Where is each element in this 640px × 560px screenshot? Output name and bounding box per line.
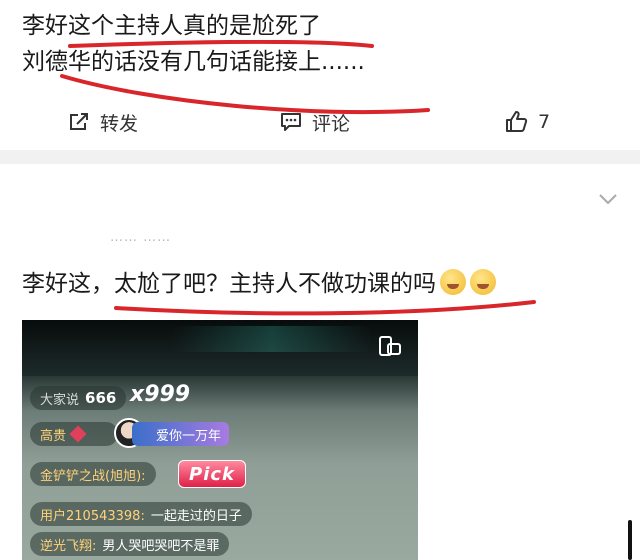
post-2-text: 李好这，太尬了吧？主持人不做功课的吗 (22, 266, 496, 302)
chat-user-5: 逆光飞翔: (40, 538, 97, 554)
faded-partial-text: …… …… (110, 230, 172, 245)
comment-label: 评论 (312, 112, 351, 135)
repost-label: 转发 (100, 112, 139, 135)
post-1-line-2: 刘德华的话没有几句话能接上...... (22, 49, 365, 75)
chat-multiplier: x999 (130, 382, 191, 407)
chat-row-1: 大家说 666 (30, 386, 127, 410)
chat-row-5: 逆光飞翔: 男人哭吧哭吧不是罪 (30, 532, 230, 556)
chat-user-3: 金铲铲之战(旭旭): (40, 468, 146, 484)
thumbs-up-icon (506, 111, 528, 132)
chat-message-4: 一起走过的日子 (150, 508, 242, 524)
chat-count-1: 666 (85, 389, 117, 407)
sly-face-emoji-icon (440, 269, 466, 295)
chat-gift-2: 爱你一万年 (156, 428, 222, 444)
chat-user-2: 高贵 (40, 428, 67, 444)
scroll-indicator[interactable] (628, 520, 632, 560)
embedded-video[interactable]: 大家说 666 x999 高贵 爱你一万年 金铲铲之战(旭旭): Pick 用户… (22, 320, 418, 560)
repost-button[interactable]: 转发 (68, 104, 138, 140)
like-button[interactable]: 7 (504, 104, 550, 140)
chat-gift-3: Pick (189, 463, 236, 485)
heart-icon (69, 425, 87, 443)
comment-icon (281, 113, 301, 131)
like-count: 7 (538, 111, 551, 133)
post-divider (0, 150, 640, 164)
stage-lights (172, 326, 372, 352)
post-1: 李好这个主持人真的是尬死了 刘德华的话没有几句话能接上...... 转发 评论 … (0, 0, 640, 150)
chevron-down-icon[interactable] (598, 192, 618, 206)
chat-row-3: 金铲铲之战(旭旭): (30, 462, 156, 486)
chat-user-1: 大家说 (40, 392, 80, 408)
post-1-text: 李好这个主持人真的是尬死了 刘德华的话没有几句话能接上...... (22, 8, 365, 80)
chat-row-2: 高贵 (30, 422, 119, 446)
chat-row-4: 用户210543398: 一起走过的日子 (30, 502, 252, 526)
chat-message-5: 男人哭吧哭吧不是罪 (102, 538, 220, 554)
gift-card: 爱你一万年 (132, 422, 230, 446)
sly-face-emoji-icon (470, 269, 496, 295)
pick-gift-badge: Pick (178, 460, 247, 488)
rotate-screen-icon[interactable] (376, 332, 404, 360)
post-1-line-1: 李好这个主持人真的是尬死了 (22, 13, 321, 39)
post-1-action-bar: 转发 评论 7 (0, 104, 640, 140)
post-2: …… …… 李好这，太尬了吧？主持人不做功课的吗 大家说 666 x999 高贵… (0, 164, 640, 560)
comment-button[interactable]: 评论 (280, 104, 350, 140)
post-2-comment: 李好这，太尬了吧？主持人不做功课的吗 (22, 271, 436, 297)
chat-user-4: 用户210543398: (40, 508, 145, 524)
share-icon (70, 113, 88, 130)
